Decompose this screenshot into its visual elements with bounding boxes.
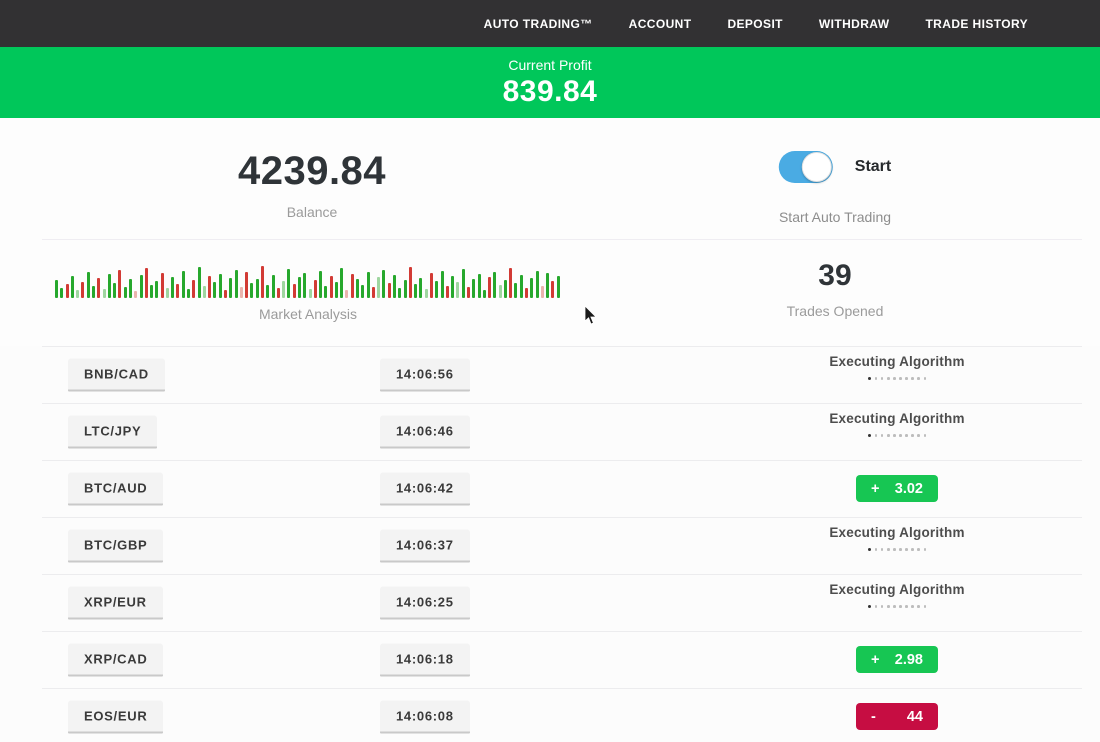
current-profit-value: 839.84 [503, 75, 598, 109]
current-profit-banner: Current Profit 839.84 [0, 47, 1100, 118]
time-badge: 14:06:46 [380, 415, 470, 448]
result-amount: 2.98 [895, 652, 923, 668]
result-badge: - 44 [856, 703, 938, 730]
progress-dots [787, 434, 1007, 437]
table-row: BNB/CAD 14:06:56 Executing Algorithm [0, 346, 1100, 403]
table-row: BTC/AUD 14:06:42 + 3.02 [0, 460, 1100, 517]
pair-badge: BTC/AUD [68, 472, 163, 505]
nav-item-withdraw[interactable]: WITHDRAW [819, 17, 890, 31]
status-executing: Executing Algorithm [787, 411, 1007, 437]
trades-opened-block: 39 Trades Opened [787, 259, 884, 319]
time-badge: 14:06:42 [380, 472, 470, 505]
balance-value: 4239.84 [238, 149, 386, 194]
status-label: Executing Algorithm [787, 582, 1007, 597]
pair-badge: XRP/CAD [68, 643, 163, 676]
result-sign: - [871, 709, 876, 725]
pair-badge: XRP/EUR [68, 586, 163, 619]
balance-label: Balance [238, 204, 386, 220]
toggle-knob-icon [802, 152, 832, 182]
table-row: BTC/GBP 14:06:37 Executing Algorithm [0, 517, 1100, 574]
time-badge: 14:06:37 [380, 529, 470, 562]
main-content: 4239.84 Balance Start Start Auto Trading… [0, 118, 1100, 742]
progress-dots [787, 605, 1007, 608]
status-executing: Executing Algorithm [787, 525, 1007, 551]
status-executing: Executing Algorithm [787, 354, 1007, 380]
top-nav: AUTO TRADING™ ACCOUNT DEPOSIT WITHDRAW T… [0, 0, 1100, 47]
time-badge: 14:06:56 [380, 358, 470, 391]
pair-badge: EOS/EUR [68, 700, 163, 733]
time-badge: 14:06:08 [380, 700, 470, 733]
current-profit-label: Current Profit [508, 57, 591, 73]
table-row: EOS/EUR 14:06:08 - 44 [0, 688, 1100, 742]
stats-divider [42, 239, 1082, 240]
auto-trading-block: Start Start Auto Trading [779, 151, 891, 225]
pair-badge: LTC/JPY [68, 415, 157, 448]
mouse-cursor-icon [584, 306, 597, 325]
nav-item-deposit[interactable]: DEPOSIT [727, 17, 782, 31]
status-executing: Executing Algorithm [787, 582, 1007, 608]
result-sign: + [871, 481, 879, 497]
table-row: XRP/CAD 14:06:18 + 2.98 [0, 631, 1100, 688]
result-badge: + 3.02 [856, 475, 938, 502]
status-label: Executing Algorithm [787, 525, 1007, 540]
market-analysis-label: Market Analysis [259, 306, 357, 322]
status-label: Executing Algorithm [787, 354, 1007, 369]
nav-item-auto-trading[interactable]: AUTO TRADING™ [484, 17, 593, 31]
progress-dots [787, 377, 1007, 380]
balance-block: 4239.84 Balance [238, 149, 386, 220]
progress-dots [787, 548, 1007, 551]
trades-opened-label: Trades Opened [787, 303, 884, 319]
table-row: LTC/JPY 14:06:46 Executing Algorithm [0, 403, 1100, 460]
status-label: Executing Algorithm [787, 411, 1007, 426]
auto-trading-toggle[interactable] [779, 151, 833, 183]
nav-item-account[interactable]: ACCOUNT [629, 17, 692, 31]
toggle-start-label: Start [855, 158, 891, 176]
table-row: XRP/EUR 14:06:25 Executing Algorithm [0, 574, 1100, 631]
pair-badge: BTC/GBP [68, 529, 163, 562]
trades-list: BNB/CAD 14:06:56 Executing Algorithm LTC… [0, 346, 1100, 742]
result-badge: + 2.98 [856, 646, 938, 673]
trades-opened-value: 39 [787, 259, 884, 293]
nav-item-trade-history[interactable]: TRADE HISTORY [925, 17, 1028, 31]
time-badge: 14:06:18 [380, 643, 470, 676]
market-analysis-chart [55, 261, 560, 298]
result-sign: + [871, 652, 879, 668]
result-amount: 3.02 [895, 481, 923, 497]
pair-badge: BNB/CAD [68, 358, 165, 391]
result-amount: 44 [907, 709, 923, 725]
start-auto-trading-label: Start Auto Trading [779, 209, 891, 225]
time-badge: 14:06:25 [380, 586, 470, 619]
